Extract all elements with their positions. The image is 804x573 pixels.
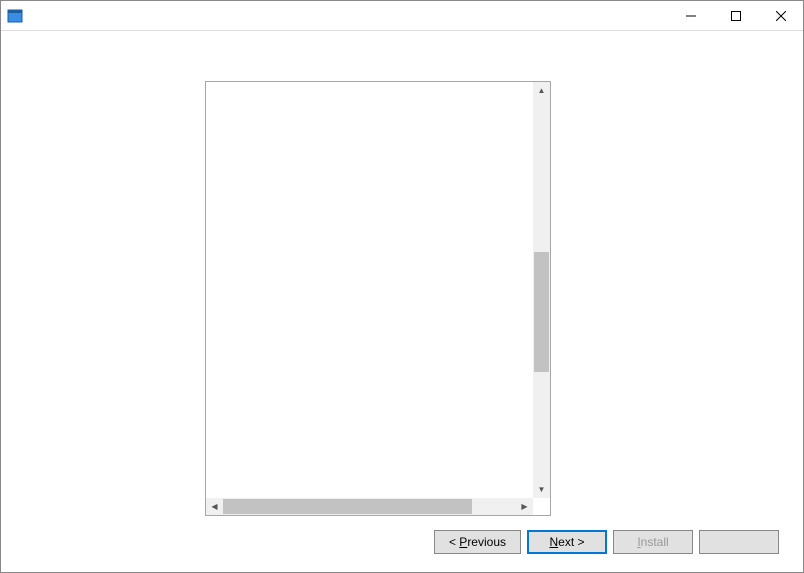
minimize-button[interactable] [668, 1, 713, 30]
scroll-track-h[interactable] [223, 498, 516, 515]
content-area: ▲ ▼ ◀ ▶ [1, 31, 803, 572]
vertical-scrollbar[interactable]: ▲ ▼ [533, 82, 550, 498]
titlebar [1, 1, 803, 31]
window-controls [668, 1, 803, 30]
horizontal-scrollbar[interactable]: ◀ ▶ [206, 498, 533, 515]
role-services-panel: ▲ ▼ ◀ ▶ [205, 75, 551, 516]
previous-button[interactable]: < Previous [434, 530, 521, 554]
scroll-right-button[interactable]: ▶ [516, 498, 533, 515]
cancel-button[interactable] [699, 530, 779, 554]
header-row [1, 31, 803, 43]
wizard-window: ▲ ▼ ◀ ▶ [0, 0, 804, 573]
main-panel: ▲ ▼ ◀ ▶ [205, 59, 779, 516]
scroll-down-button[interactable]: ▼ [533, 481, 550, 498]
next-button[interactable]: Next > [527, 530, 607, 554]
scroll-left-button[interactable]: ◀ [206, 498, 223, 515]
scroll-thumb-h[interactable] [223, 499, 472, 514]
button-row: < Previous Next > Install [1, 516, 803, 572]
install-button[interactable]: Install [613, 530, 693, 554]
tree-container: ▲ ▼ ◀ ▶ [205, 81, 551, 516]
tree-scroll[interactable] [206, 82, 550, 515]
maximize-button[interactable] [713, 1, 758, 30]
nav-sidebar [25, 59, 205, 516]
scroll-up-button[interactable]: ▲ [533, 82, 550, 99]
panels-row: ▲ ▼ ◀ ▶ [205, 75, 779, 516]
close-button[interactable] [758, 1, 803, 30]
description-panel [569, 75, 779, 516]
app-icon [7, 8, 23, 24]
scroll-track-v[interactable] [533, 99, 550, 481]
body-row: ▲ ▼ ◀ ▶ [1, 43, 803, 516]
scroll-thumb-v[interactable] [534, 252, 549, 372]
